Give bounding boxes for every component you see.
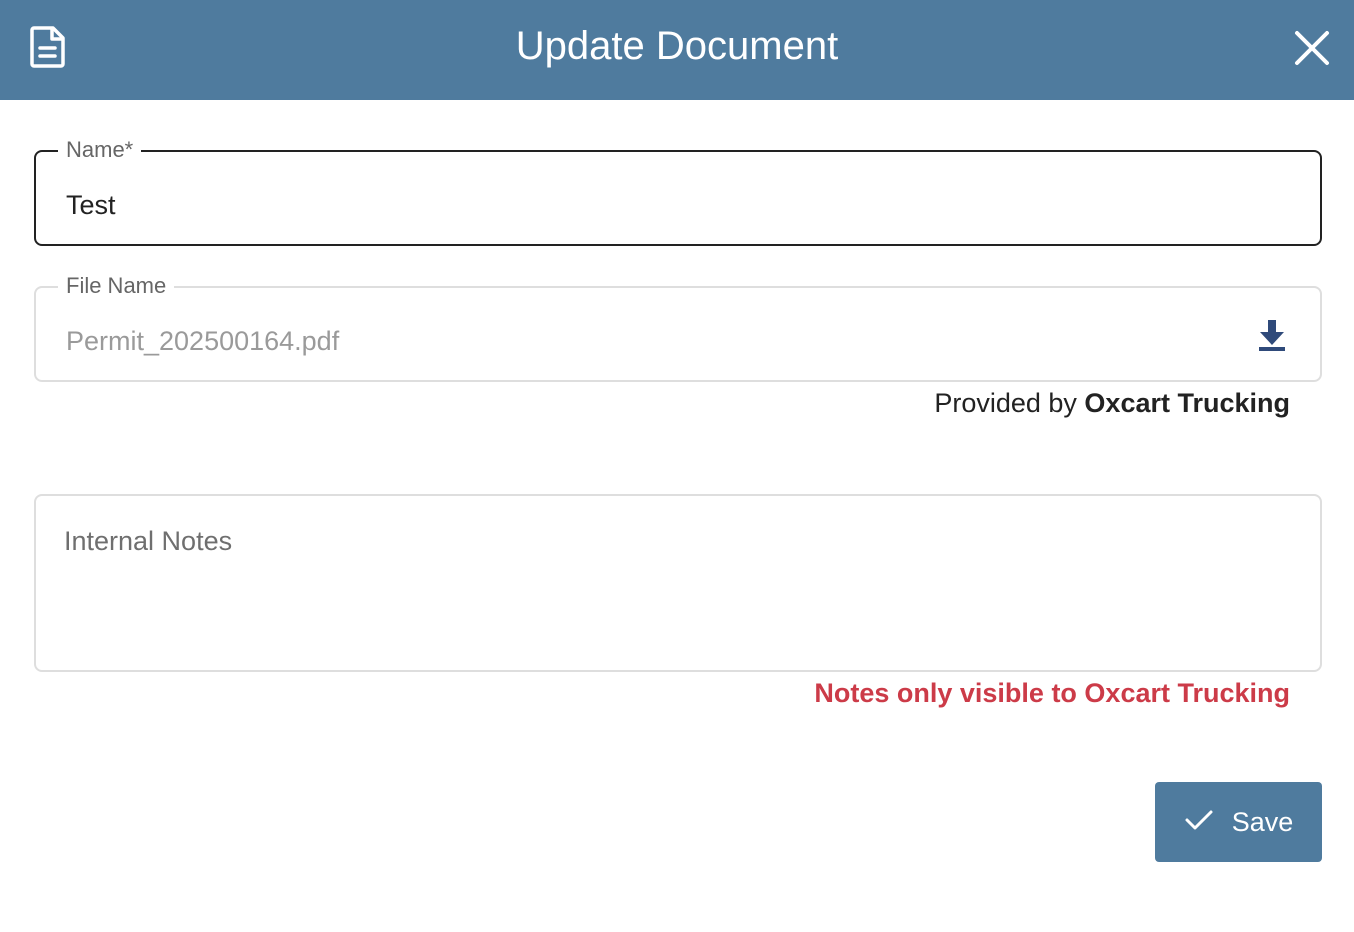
provided-by-text: Provided by Oxcart Trucking bbox=[934, 386, 1290, 420]
internal-notes-field[interactable]: Internal Notes bbox=[34, 494, 1322, 672]
provider-company-name: Oxcart Trucking bbox=[1084, 388, 1290, 418]
file-name-value: Permit_202500164.pdf bbox=[66, 326, 340, 356]
dialog-title: Update Document bbox=[515, 24, 839, 68]
update-document-dialog: Update Document Name* Test File Name Per… bbox=[0, 0, 1354, 932]
save-button-label: Save bbox=[1231, 807, 1294, 837]
internal-notes-placeholder: Internal Notes bbox=[64, 526, 233, 556]
notes-visibility-warning: Notes only visible to Oxcart Trucking bbox=[814, 678, 1290, 708]
name-field[interactable]: Name* Test bbox=[34, 136, 1322, 246]
download-button[interactable] bbox=[1252, 318, 1292, 358]
check-icon bbox=[1184, 808, 1214, 837]
download-icon bbox=[1258, 319, 1286, 357]
file-name-field-label: File Name bbox=[58, 272, 175, 300]
save-button[interactable]: Save bbox=[1155, 782, 1322, 862]
provided-by-prefix: Provided by bbox=[934, 388, 1077, 418]
close-button[interactable] bbox=[1286, 24, 1338, 76]
name-field-label: Name* bbox=[58, 136, 142, 164]
file-name-field: File Name Permit_202500164.pdf bbox=[34, 272, 1322, 382]
dialog-header: Update Document bbox=[0, 0, 1354, 100]
close-icon bbox=[1294, 30, 1330, 71]
name-input-value[interactable]: Test bbox=[66, 188, 116, 222]
